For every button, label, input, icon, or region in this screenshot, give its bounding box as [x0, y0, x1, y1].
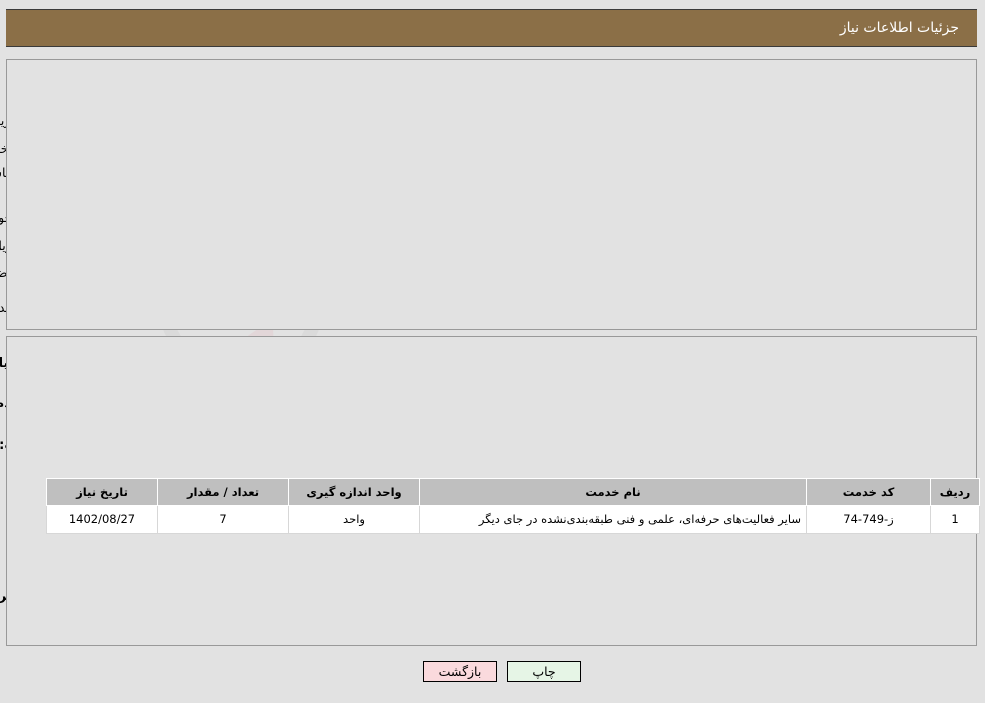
cell-need-date: 1402/08/27: [47, 505, 159, 534]
print-button[interactable]: چاپ: [508, 661, 582, 682]
page-title: جزئیات اطلاعات نیاز: [840, 20, 960, 36]
col-unit: واحد اندازه گیری: [289, 478, 421, 506]
cell-service-name: سایر فعالیت‌های حرفه‌ای، علمی و فنی طبقه…: [420, 505, 808, 534]
need-info-panel: [7, 59, 978, 330]
cell-quantity: 7: [158, 505, 290, 534]
cell-service-code: ز-749-74: [807, 505, 932, 534]
table-row: 1 ز-749-74 سایر فعالیت‌های حرفه‌ای، علمی…: [47, 505, 981, 534]
col-service-code: کد خدمت: [807, 478, 932, 506]
cell-unit: واحد: [289, 505, 421, 534]
cell-row-no: 1: [931, 505, 981, 534]
col-row-no: ردیف: [931, 478, 981, 506]
services-table: ردیف کد خدمت نام خدمت واحد اندازه گیری ت…: [47, 478, 981, 534]
col-quantity: تعداد / مقدار: [158, 478, 290, 506]
col-need-date: تاریخ نیاز: [47, 478, 159, 506]
page-header-bar: جزئیات اطلاعات نیاز: [7, 9, 978, 47]
back-button[interactable]: بازگشت: [424, 661, 498, 682]
table-header-row: ردیف کد خدمت نام خدمت واحد اندازه گیری ت…: [47, 478, 981, 506]
col-service-name: نام خدمت: [420, 478, 808, 506]
